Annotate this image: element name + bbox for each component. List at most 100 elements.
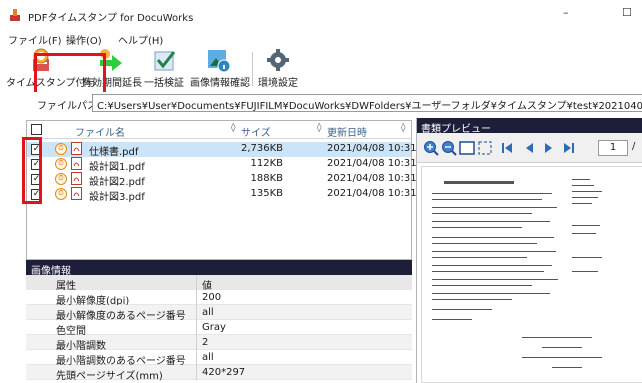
info-row: 色空間 Gray xyxy=(26,320,412,337)
timestamp-status-icon: ⏱ xyxy=(55,188,67,200)
file-row[interactable]: ✓ ⏱ 仕様書.pdf 2,736KB 2021/04/08 10:31 xyxy=(27,142,417,158)
checkbox-highlight xyxy=(22,137,42,204)
path-bar: ファイルパス： C:¥Users¥User¥Documents¥FUJIFILM… xyxy=(0,92,642,114)
column-divider xyxy=(196,335,197,350)
info-value: Gray xyxy=(202,322,226,333)
bulk-verify-button[interactable]: 一括検証 xyxy=(142,46,186,92)
file-size: 188KB xyxy=(250,173,283,184)
column-divider xyxy=(196,365,197,380)
file-updated: 2021/04/08 10:31 xyxy=(327,143,417,154)
pdf-file-icon xyxy=(71,142,82,155)
file-name: 設計図2.pdf xyxy=(89,177,145,188)
file-path-field[interactable]: C:¥Users¥User¥Documents¥FUJIFILM¥DocuWor… xyxy=(92,94,642,112)
minimize-button[interactable]: – xyxy=(563,6,569,19)
column-divider xyxy=(196,320,197,335)
column-divider xyxy=(196,290,197,305)
document-text-line xyxy=(432,293,550,294)
timestamp-status-icon: ⏱ xyxy=(55,143,67,155)
preview-title: 書類プレビュー xyxy=(417,118,642,135)
preview-panel: 書類プレビュー 1 / xyxy=(416,118,642,383)
document-text-line xyxy=(432,251,556,252)
sort-extra-icon: ◊ xyxy=(401,123,406,133)
menu-help[interactable]: ヘルプ(H) xyxy=(118,32,163,47)
document-text-line xyxy=(432,243,537,244)
menu-operation[interactable]: 操作(O) xyxy=(66,32,102,47)
document-text-line xyxy=(572,225,600,226)
document-text-line xyxy=(432,265,552,266)
prev-page-icon[interactable] xyxy=(521,140,537,156)
file-size: 135KB xyxy=(250,188,283,199)
fit-width-icon[interactable] xyxy=(459,140,475,156)
document-text-line xyxy=(572,197,598,198)
pdf-file-icon xyxy=(71,172,82,185)
document-text-line xyxy=(432,193,552,194)
header-updated[interactable]: 更新日時 xyxy=(327,124,367,139)
menu-file[interactable]: ファイル(F) xyxy=(8,32,62,47)
info-attr: 先頭ページサイズ(mm) xyxy=(56,371,163,382)
file-row[interactable]: ✓ ⏱ 設計図3.pdf 135KB 2021/04/08 10:31 xyxy=(27,187,417,203)
settings-button[interactable]: 環境設定 xyxy=(256,46,300,92)
timestamp-highlight xyxy=(34,53,106,97)
image-info-panel: 画像情報 属性 値 最小解像度(dpi) 200 最小解像度のあるページ番号 a… xyxy=(26,260,412,383)
document-text-line xyxy=(444,181,514,184)
settings-label: 環境設定 xyxy=(258,78,298,89)
gear-icon xyxy=(267,49,289,71)
fit-page-icon[interactable] xyxy=(477,140,493,156)
timestamp-status-icon: ⏱ xyxy=(55,158,67,170)
document-text-line xyxy=(572,233,596,234)
header-size[interactable]: サイズ xyxy=(241,124,271,139)
document-text-line xyxy=(432,207,557,208)
file-row[interactable]: ✓ ⏱ 設計図2.pdf 188KB 2021/04/08 10:31 xyxy=(27,172,417,188)
document-text-line xyxy=(432,279,558,280)
document-text-line xyxy=(432,319,472,320)
image-info-button[interactable]: 画像情報確認 xyxy=(190,46,250,92)
document-text-line xyxy=(432,271,544,272)
file-list-header: ファイル名 ◊ サイズ ◊ 更新日時 ◊ xyxy=(27,121,411,139)
pdf-file-icon xyxy=(71,157,82,170)
next-page-icon[interactable] xyxy=(541,140,557,156)
document-text-line xyxy=(572,203,592,204)
image-info-title: 画像情報 xyxy=(26,260,412,277)
document-text-line xyxy=(572,185,594,186)
column-divider xyxy=(196,275,197,290)
document-text-line xyxy=(572,191,602,192)
last-page-icon[interactable] xyxy=(561,140,577,156)
info-row: 最小階調数のあるページ番号 all xyxy=(26,350,412,367)
toolbar-separator xyxy=(252,52,253,86)
page-number-field[interactable]: 1 xyxy=(598,140,628,156)
file-name: 仕様書.pdf xyxy=(89,147,139,158)
document-text-line xyxy=(552,367,582,368)
document-text-line xyxy=(432,257,527,258)
file-updated: 2021/04/08 10:31 xyxy=(327,188,417,199)
info-value: all xyxy=(202,307,214,318)
info-row: 最小階調数 2 xyxy=(26,335,412,352)
window-title: PDFタイムスタンプ for DocuWorks xyxy=(28,13,194,24)
first-page-icon[interactable] xyxy=(499,140,515,156)
column-divider xyxy=(196,305,197,320)
toolbar: タイムスタンプ付与 有効期間延長 一括検証 画像情報確認 環境設定 xyxy=(0,46,642,97)
file-updated: 2021/04/08 10:31 xyxy=(327,173,417,184)
document-text-line xyxy=(572,271,598,272)
document-text-line xyxy=(432,221,550,222)
select-all-checkbox[interactable] xyxy=(31,124,42,135)
file-size: 112KB xyxy=(250,158,283,169)
zoom-in-icon[interactable] xyxy=(423,140,439,156)
zoom-out-icon[interactable] xyxy=(441,140,457,156)
title-bar: PDFタイムスタンプ for DocuWorks – ☐ xyxy=(0,0,642,30)
image-info-label: 画像情報確認 xyxy=(190,78,250,89)
page-separator: / xyxy=(632,141,636,152)
document-text-line xyxy=(432,237,554,238)
header-filename[interactable]: ファイル名 xyxy=(75,124,125,139)
document-text-line xyxy=(432,199,542,200)
info-value: all xyxy=(202,352,214,363)
document-text-line xyxy=(432,213,532,214)
preview-toolbar: 1 / xyxy=(417,133,642,163)
document-text-line xyxy=(542,347,582,348)
info-row: 最小解像度のあるページ番号 all xyxy=(26,305,412,322)
info-value: 2 xyxy=(202,337,209,348)
file-row[interactable]: ✓ ⏱ 設計図1.pdf 112KB 2021/04/08 10:31 xyxy=(27,157,417,173)
maximize-button[interactable]: ☐ xyxy=(622,6,632,19)
verify-check-icon xyxy=(154,51,176,71)
timestamp-status-icon: ⏱ xyxy=(55,173,67,185)
pdf-file-icon xyxy=(71,187,82,200)
